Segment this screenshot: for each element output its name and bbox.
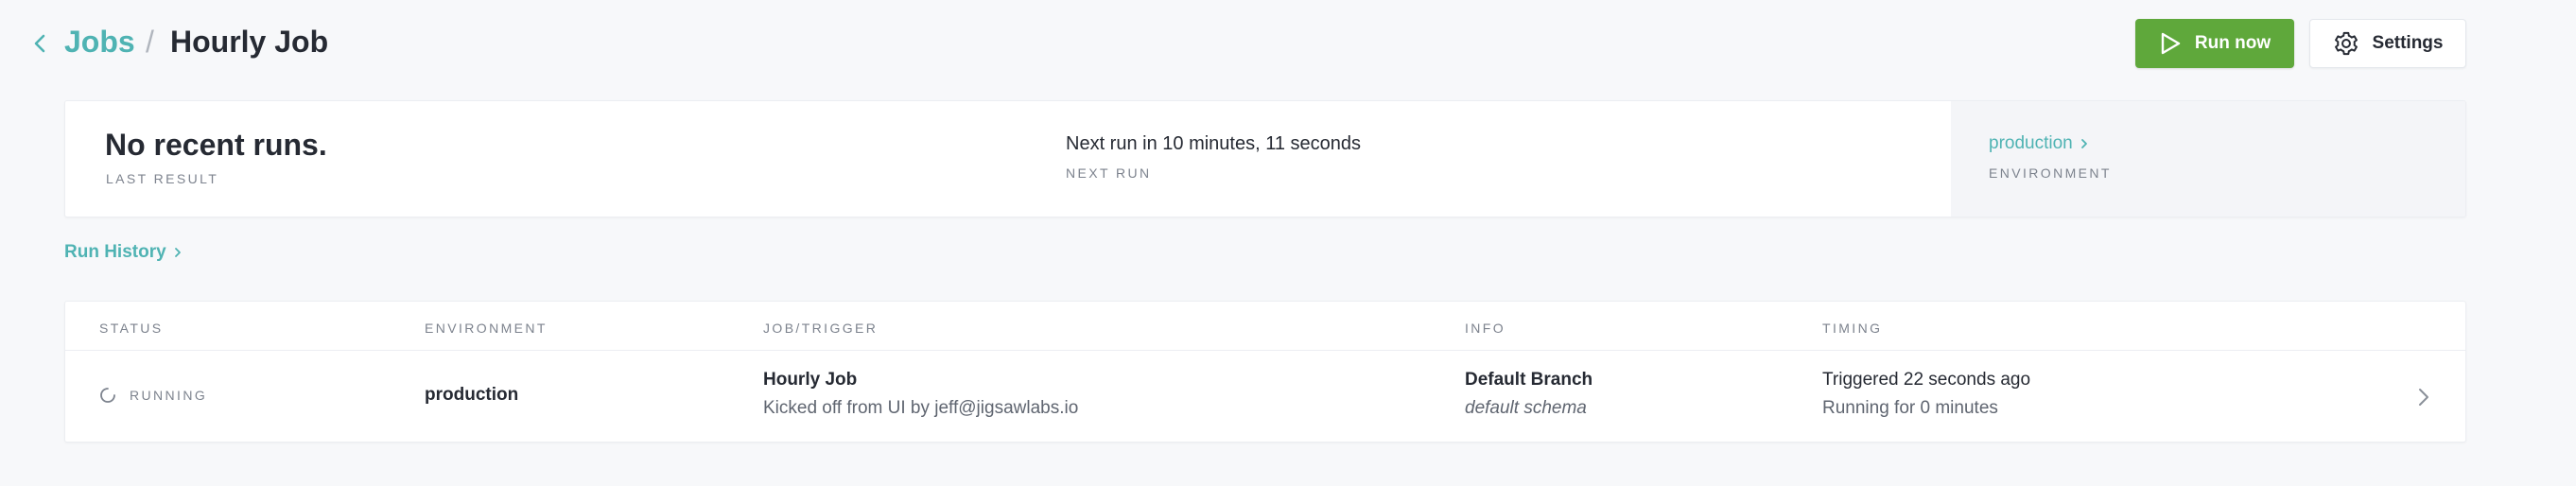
status-text: RUNNING: [130, 388, 208, 403]
run-duration: Running for 0 minutes: [1822, 398, 1998, 418]
run-now-button[interactable]: Run now: [2135, 19, 2294, 68]
page-header: Jobs / Hourly Job Run now Settings: [0, 0, 2576, 89]
chevron-right-icon[interactable]: [2414, 385, 2433, 409]
column-header-timing: TIMING: [1822, 321, 1883, 336]
column-header-environment: ENVIRONMENT: [425, 321, 548, 336]
settings-label: Settings: [2372, 33, 2444, 53]
settings-button[interactable]: Settings: [2309, 19, 2466, 68]
run-history-link[interactable]: Run History: [64, 242, 182, 263]
triggered-time: Triggered 22 seconds ago: [1822, 370, 2031, 390]
next-run-value: Next run in 10 minutes, 11 seconds: [1066, 133, 1362, 154]
last-result-label: LAST RESULT: [106, 171, 219, 186]
spinner-icon: [100, 388, 115, 403]
schema-name: default schema: [1465, 398, 1587, 418]
table-row[interactable]: RUNNING production Hourly Job Kicked off…: [65, 351, 2465, 443]
column-header-info: INFO: [1465, 321, 1506, 336]
runs-table: STATUS ENVIRONMENT JOB/TRIGGER INFO TIMI…: [64, 301, 2466, 443]
column-header-job-trigger: JOB/TRIGGER: [763, 321, 879, 336]
environment-link[interactable]: production: [1989, 133, 2088, 154]
chevron-left-icon: [34, 34, 45, 53]
chevron-right-icon: [2080, 139, 2087, 148]
run-history-label: Run History: [64, 242, 166, 262]
environment-panel: production ENVIRONMENT: [1951, 101, 2465, 217]
last-result-value: No recent runs.: [105, 128, 327, 162]
table-header: STATUS ENVIRONMENT JOB/TRIGGER INFO TIMI…: [65, 302, 2465, 351]
back-button[interactable]: [26, 26, 53, 61]
next-run-label: NEXT RUN: [1066, 165, 1152, 181]
chevron-right-icon: [174, 248, 181, 257]
column-header-status: STATUS: [99, 321, 164, 336]
job-name: Hourly Job: [763, 370, 858, 390]
breadcrumb-separator: /: [146, 25, 154, 59]
environment-label: ENVIRONMENT: [1989, 165, 2112, 181]
environment-cell: production: [425, 385, 519, 405]
environment-link-label: production: [1989, 133, 2073, 153]
play-icon: [2161, 32, 2181, 55]
run-now-label: Run now: [2194, 33, 2271, 53]
status-cell: RUNNING: [99, 387, 207, 404]
page-title: Hourly Job: [170, 25, 329, 59]
gear-icon: [2334, 31, 2358, 56]
trigger-text: Kicked off from UI by jeff@jigsawlabs.io: [763, 398, 1079, 418]
breadcrumb-jobs-link[interactable]: Jobs: [64, 25, 135, 60]
job-summary-card: No recent runs. LAST RESULT Next run in …: [64, 100, 2466, 217]
branch-name: Default Branch: [1465, 370, 1593, 390]
